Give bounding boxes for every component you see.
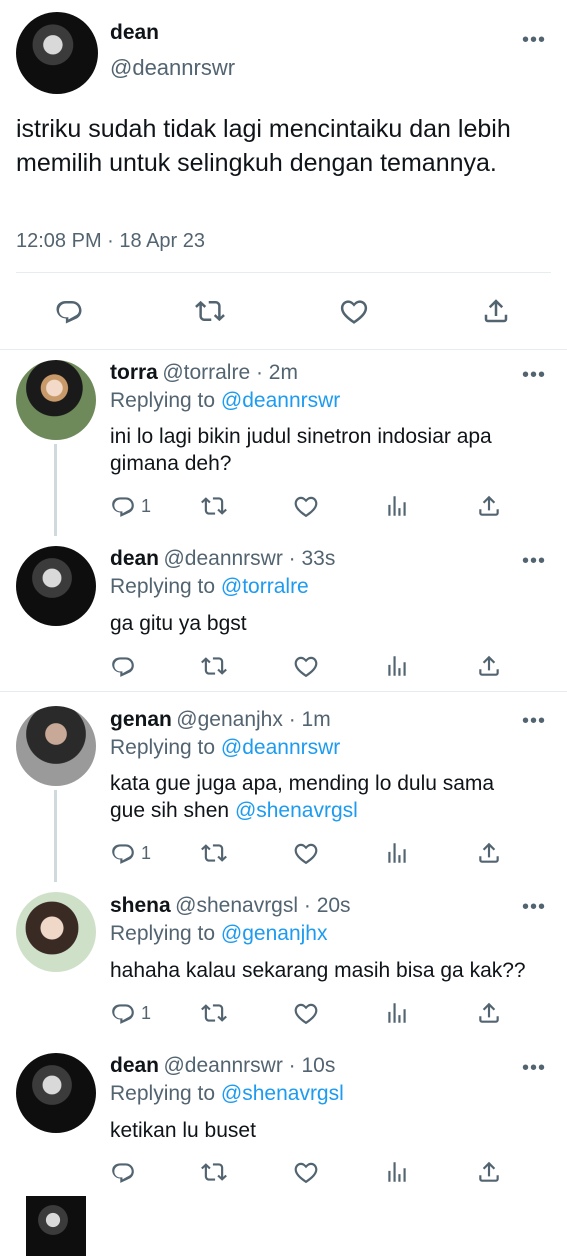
divider (0, 349, 567, 350)
author-name[interactable]: dean (110, 1054, 159, 1077)
retweet-icon[interactable] (201, 653, 227, 679)
share-icon[interactable] (476, 1159, 502, 1185)
text-mention[interactable]: @shenavrgsl (235, 799, 358, 822)
tweet-text-line: kata gue juga apa, mending lo dulu sama (110, 772, 495, 795)
reply-icon[interactable] (110, 840, 136, 866)
retweet-icon[interactable] (201, 493, 227, 519)
retweet-icon[interactable] (201, 1159, 227, 1185)
more-options-icon[interactable]: ••• (522, 896, 546, 919)
replying-to-mention[interactable]: @deannrswr (221, 736, 340, 759)
tweet-text-line: gue sih shen @shenavrgsl (110, 797, 550, 824)
avatar[interactable] (16, 546, 96, 626)
divider (16, 272, 551, 273)
reply-icon[interactable] (110, 493, 136, 519)
share-icon[interactable] (476, 1000, 502, 1026)
like-icon[interactable] (339, 296, 369, 326)
tweet-text: istriku sudah tidak lagi mencintaiku dan… (16, 115, 511, 177)
tweet-timestamp[interactable]: 12:08 PM · 18 Apr 23 (16, 230, 205, 253)
avatar[interactable] (16, 360, 96, 440)
replying-to-label: Replying to (110, 922, 216, 945)
reply-count: 1 (141, 843, 152, 863)
tweet-text: ini lo lagi bikin judul sinetron indosia… (110, 425, 492, 475)
reply-count: 1 (141, 1003, 152, 1023)
tweet-text: ketikan lu buset (110, 1119, 256, 1142)
share-icon[interactable] (476, 493, 502, 519)
views-icon[interactable] (384, 493, 410, 519)
reply-count: 1 (141, 496, 152, 516)
replying-to-mention[interactable]: @genanjhx (221, 922, 328, 945)
avatar[interactable] (16, 1053, 96, 1133)
author-handle-time[interactable]: @shenavrgsl · 20s (175, 894, 350, 917)
more-options-icon[interactable]: ••• (522, 550, 546, 573)
tweet-text: ga gitu ya bgst (110, 612, 247, 635)
replying-to-label: Replying to (110, 1082, 216, 1105)
avatar[interactable] (16, 892, 96, 972)
more-options-icon[interactable]: ••• (522, 1057, 546, 1080)
author-name[interactable]: genan (110, 708, 172, 731)
replying-to-label: Replying to (110, 389, 216, 412)
avatar[interactable] (16, 706, 96, 786)
share-icon[interactable] (476, 653, 502, 679)
author-name[interactable]: torra (110, 361, 158, 384)
author-handle-time[interactable]: @deannrswr · 33s (163, 547, 335, 570)
retweet-icon[interactable] (201, 840, 227, 866)
views-icon[interactable] (384, 1159, 410, 1185)
author-handle-time[interactable]: @deannrswr · 10s (163, 1054, 335, 1077)
more-options-icon[interactable]: ••• (522, 364, 546, 387)
thread-line (54, 444, 57, 536)
like-icon[interactable] (293, 1159, 319, 1185)
author-handle-time[interactable]: @torralre · 2m (162, 361, 298, 384)
views-icon[interactable] (384, 653, 410, 679)
reply-icon[interactable] (54, 296, 84, 326)
retweet-icon[interactable] (195, 296, 225, 326)
views-icon[interactable] (384, 1000, 410, 1026)
tweet-text-fragment: gue sih shen (110, 799, 230, 822)
replying-to-label: Replying to (110, 736, 216, 759)
more-options-icon[interactable]: ••• (522, 29, 546, 52)
avatar[interactable] (16, 12, 98, 94)
reply-icon[interactable] (110, 1000, 136, 1026)
views-icon[interactable] (384, 840, 410, 866)
author-name[interactable]: dean (110, 21, 159, 45)
replying-to-mention[interactable]: @shenavrgsl (221, 1082, 344, 1105)
like-icon[interactable] (293, 493, 319, 519)
reply-icon[interactable] (110, 1159, 136, 1185)
like-icon[interactable] (293, 840, 319, 866)
tweet-text: kata gue juga apa, mending lo dulu sama … (110, 770, 550, 824)
divider (0, 691, 567, 692)
avatar[interactable] (26, 1196, 86, 1256)
retweet-icon[interactable] (201, 1000, 227, 1026)
author-handle[interactable]: @deannrswr (110, 55, 235, 81)
share-icon[interactable] (481, 296, 511, 326)
like-icon[interactable] (293, 1000, 319, 1026)
author-name[interactable]: shena (110, 894, 171, 917)
replying-to-label: Replying to (110, 575, 216, 598)
share-icon[interactable] (476, 840, 502, 866)
author-name[interactable]: dean (110, 547, 159, 570)
more-options-icon[interactable]: ••• (522, 710, 546, 733)
reply-icon[interactable] (110, 653, 136, 679)
thread-line (54, 790, 57, 882)
author-handle-time[interactable]: @genanjhx · 1m (176, 708, 330, 731)
replying-to-mention[interactable]: @deannrswr (221, 389, 340, 412)
tweet-text: hahaha kalau sekarang masih bisa ga kak?… (110, 959, 526, 982)
like-icon[interactable] (293, 653, 319, 679)
replying-to-mention[interactable]: @torralre (221, 575, 309, 598)
